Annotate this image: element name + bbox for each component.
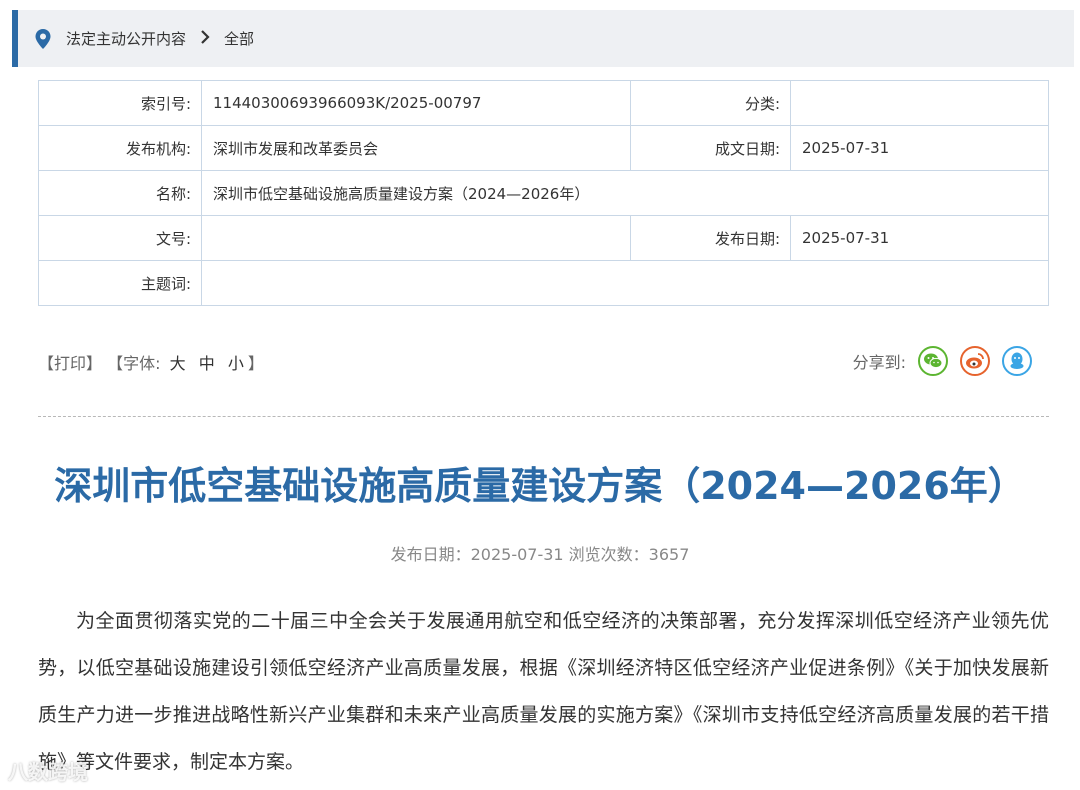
published-date-label: 发布日期:	[630, 215, 791, 261]
docno-value	[201, 215, 631, 261]
font-size-suffix: 】	[247, 354, 264, 373]
publisher-value: 深圳市发展和改革委员会	[201, 125, 631, 171]
wechat-icon	[924, 353, 943, 369]
qq-icon	[1010, 352, 1024, 369]
location-pin-icon	[35, 28, 51, 49]
index-value: 11440300693966093K/2025-00797	[201, 80, 631, 126]
font-size-prefix: 【字体:	[107, 354, 161, 373]
print-button[interactable]: 【打印】	[38, 354, 102, 373]
article-title: 深圳市低空基础设施高质量建设方案（2024—2026年）	[54, 464, 1026, 508]
dashed-divider	[38, 416, 1049, 417]
category-value	[790, 80, 1049, 126]
created-date-label: 成文日期:	[630, 125, 791, 171]
breadcrumb-item-public-content[interactable]: 法定主动公开内容	[66, 28, 186, 49]
breadcrumb: 法定主动公开内容 全部	[12, 10, 1074, 67]
article-date-views: 发布日期：2025-07-31 浏览次数：3657	[390, 545, 690, 564]
published-date-value: 2025-07-31	[790, 215, 1049, 261]
font-medium-button[interactable]: 中	[199, 354, 215, 373]
meta-row: 发布机构: 深圳市发展和改革委员会 成文日期: 2025-07-31	[38, 125, 1049, 171]
name-value: 深圳市低空基础设施高质量建设方案（2024—2026年）	[201, 170, 1049, 216]
qq-share-button[interactable]	[1002, 346, 1032, 376]
watermark: 八数跨境	[8, 760, 88, 784]
share-bar: 分享到:	[853, 346, 1032, 376]
meta-row: 文号: 发布日期: 2025-07-31	[38, 215, 1049, 261]
docno-label: 文号:	[38, 215, 202, 261]
article-tools: 【打印】 【字体: 大 中 小】	[38, 350, 264, 374]
article-paragraph: 为全面贯彻落实党的二十届三中全会关于发展通用航空和低空经济的决策部署，充分发挥深…	[38, 610, 1049, 773]
name-label: 名称:	[38, 170, 202, 216]
font-large-button[interactable]: 大	[170, 354, 186, 373]
share-label: 分享到:	[852, 353, 906, 372]
meta-row: 主题词:	[38, 260, 1049, 306]
weibo-share-button[interactable]	[960, 346, 990, 376]
font-small-button[interactable]: 小	[228, 354, 244, 373]
category-label: 分类:	[630, 80, 791, 126]
weibo-icon	[966, 353, 984, 369]
meta-row: 名称: 深圳市低空基础设施高质量建设方案（2024—2026年）	[38, 170, 1049, 216]
subject-label: 主题词:	[38, 260, 202, 306]
subject-value	[201, 260, 1049, 306]
wechat-share-button[interactable]	[918, 346, 948, 376]
chevron-right-icon	[200, 29, 210, 48]
meta-row: 索引号: 11440300693966093K/2025-00797 分类:	[38, 80, 1049, 126]
document-meta-table: 索引号: 11440300693966093K/2025-00797 分类: 发…	[38, 80, 1049, 306]
created-date-value: 2025-07-31	[790, 125, 1049, 171]
publisher-label: 发布机构:	[38, 125, 202, 171]
breadcrumb-item-all[interactable]: 全部	[224, 28, 254, 49]
index-label: 索引号:	[38, 80, 202, 126]
